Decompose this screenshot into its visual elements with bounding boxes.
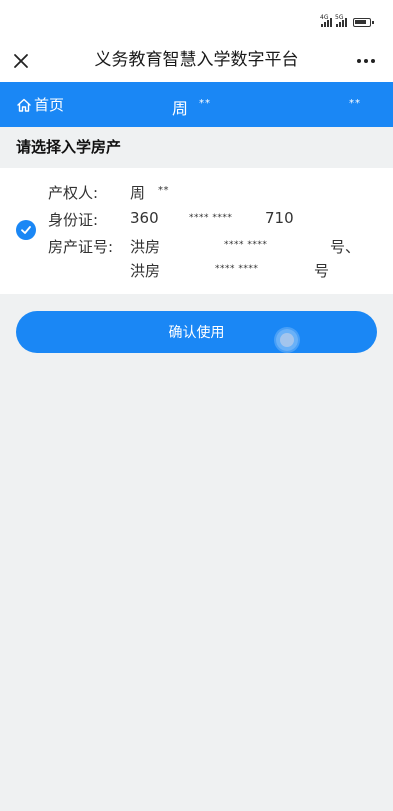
more-dot-icon xyxy=(364,59,368,63)
more-button[interactable] xyxy=(353,48,379,74)
home-link[interactable]: 首页 xyxy=(16,82,64,127)
network-type-label: 4G xyxy=(320,14,329,21)
cert2-suffix: 号 xyxy=(314,262,330,280)
touch-indicator xyxy=(276,329,298,351)
id-prefix: 360 xyxy=(130,209,159,227)
close-button[interactable] xyxy=(8,46,34,76)
close-icon xyxy=(14,54,28,68)
cert1-suffix: 号、 xyxy=(330,238,361,256)
home-label: 首页 xyxy=(34,96,65,114)
user-info-mask: ** xyxy=(349,98,361,109)
cert1-mask: **** **** xyxy=(224,240,268,250)
section-title: 请选择入学房产 xyxy=(16,138,122,156)
more-dot-icon xyxy=(357,59,361,63)
owner-name: 周 xyxy=(130,184,146,202)
id-mask: **** **** xyxy=(189,213,233,223)
page-title: 义务教育智慧入学数字平台 xyxy=(94,50,299,70)
cert2-prefix: 洪房 xyxy=(130,262,161,280)
owner-name-mask: ** xyxy=(158,185,169,196)
id-label: 身份证: xyxy=(48,211,99,229)
owner-label: 产权人: xyxy=(48,184,99,202)
title-bar: 义务教育智慧入学数字平台 xyxy=(0,40,393,82)
home-icon xyxy=(17,98,31,112)
more-dot-icon xyxy=(371,59,375,63)
status-icons: 4G 5G xyxy=(320,13,374,27)
user-nav-bar: 首页 周 ** ** xyxy=(0,82,393,127)
network-type-label-2: 5G xyxy=(335,14,344,21)
cert-label: 房产证号: xyxy=(48,238,114,256)
id-suffix: 710 xyxy=(265,209,294,227)
battery-icon xyxy=(353,18,374,27)
property-card[interactable]: 产权人: 周 ** 身份证: 360 **** **** 710 房产证号: 洪… xyxy=(0,168,393,294)
user-name-mask: ** xyxy=(199,98,211,109)
selected-check-icon[interactable] xyxy=(16,220,36,240)
signal-icon: 4G xyxy=(320,14,332,27)
confirm-use-button[interactable]: 确认使用 xyxy=(16,311,377,353)
status-bar: 4G 5G xyxy=(0,0,393,40)
cert2-mask: **** **** xyxy=(215,264,259,274)
signal-icon-2: 5G xyxy=(335,14,347,27)
cert1-prefix: 洪房 xyxy=(130,238,161,256)
user-name: 周 xyxy=(172,99,189,118)
checkmark-icon xyxy=(21,226,31,234)
